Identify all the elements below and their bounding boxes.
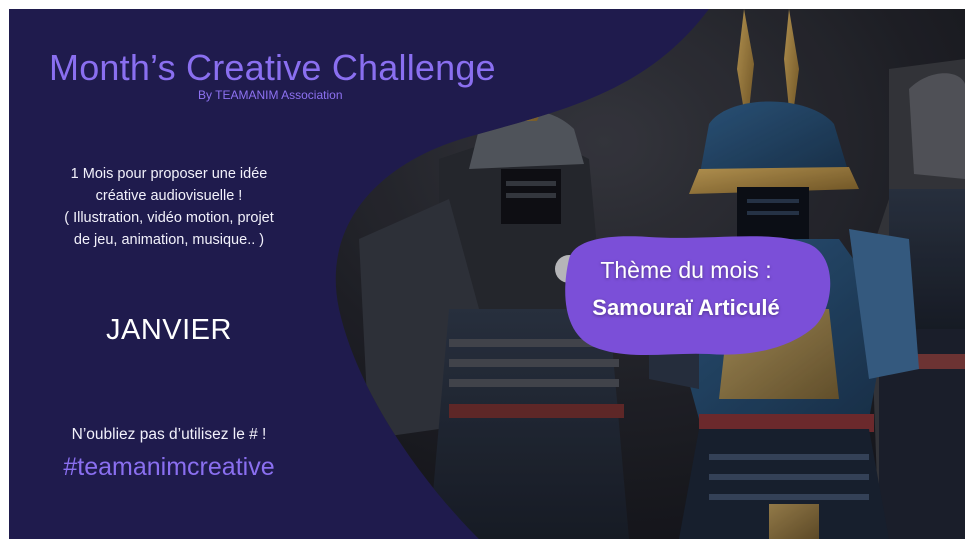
hashtag-reminder: N’oubliez pas d’utilisez le # ! bbox=[71, 426, 267, 443]
description-line: créative audiovisuelle ! bbox=[95, 188, 243, 204]
organizer-subtitle: By TEAMANIM Association bbox=[198, 88, 343, 102]
challenge-banner: Month’s Creative Challenge By TEAMANIM A… bbox=[9, 9, 965, 539]
hashtag: #teamanimcreative bbox=[63, 453, 275, 481]
page-title: Month’s Creative Challenge bbox=[49, 47, 496, 88]
month-label: JANVIER bbox=[106, 314, 232, 346]
challenge-description: 1 Mois pour proposer une idée créative a… bbox=[39, 163, 299, 251]
theme-value: Samouraï Articulé bbox=[592, 295, 780, 320]
description-line: 1 Mois pour proposer une idée bbox=[70, 166, 268, 182]
description-line: ( Illustration, vidéo motion, projet bbox=[64, 210, 274, 226]
theme-label: Thème du mois : bbox=[600, 257, 772, 283]
description-line: de jeu, animation, musique.. ) bbox=[73, 232, 265, 248]
